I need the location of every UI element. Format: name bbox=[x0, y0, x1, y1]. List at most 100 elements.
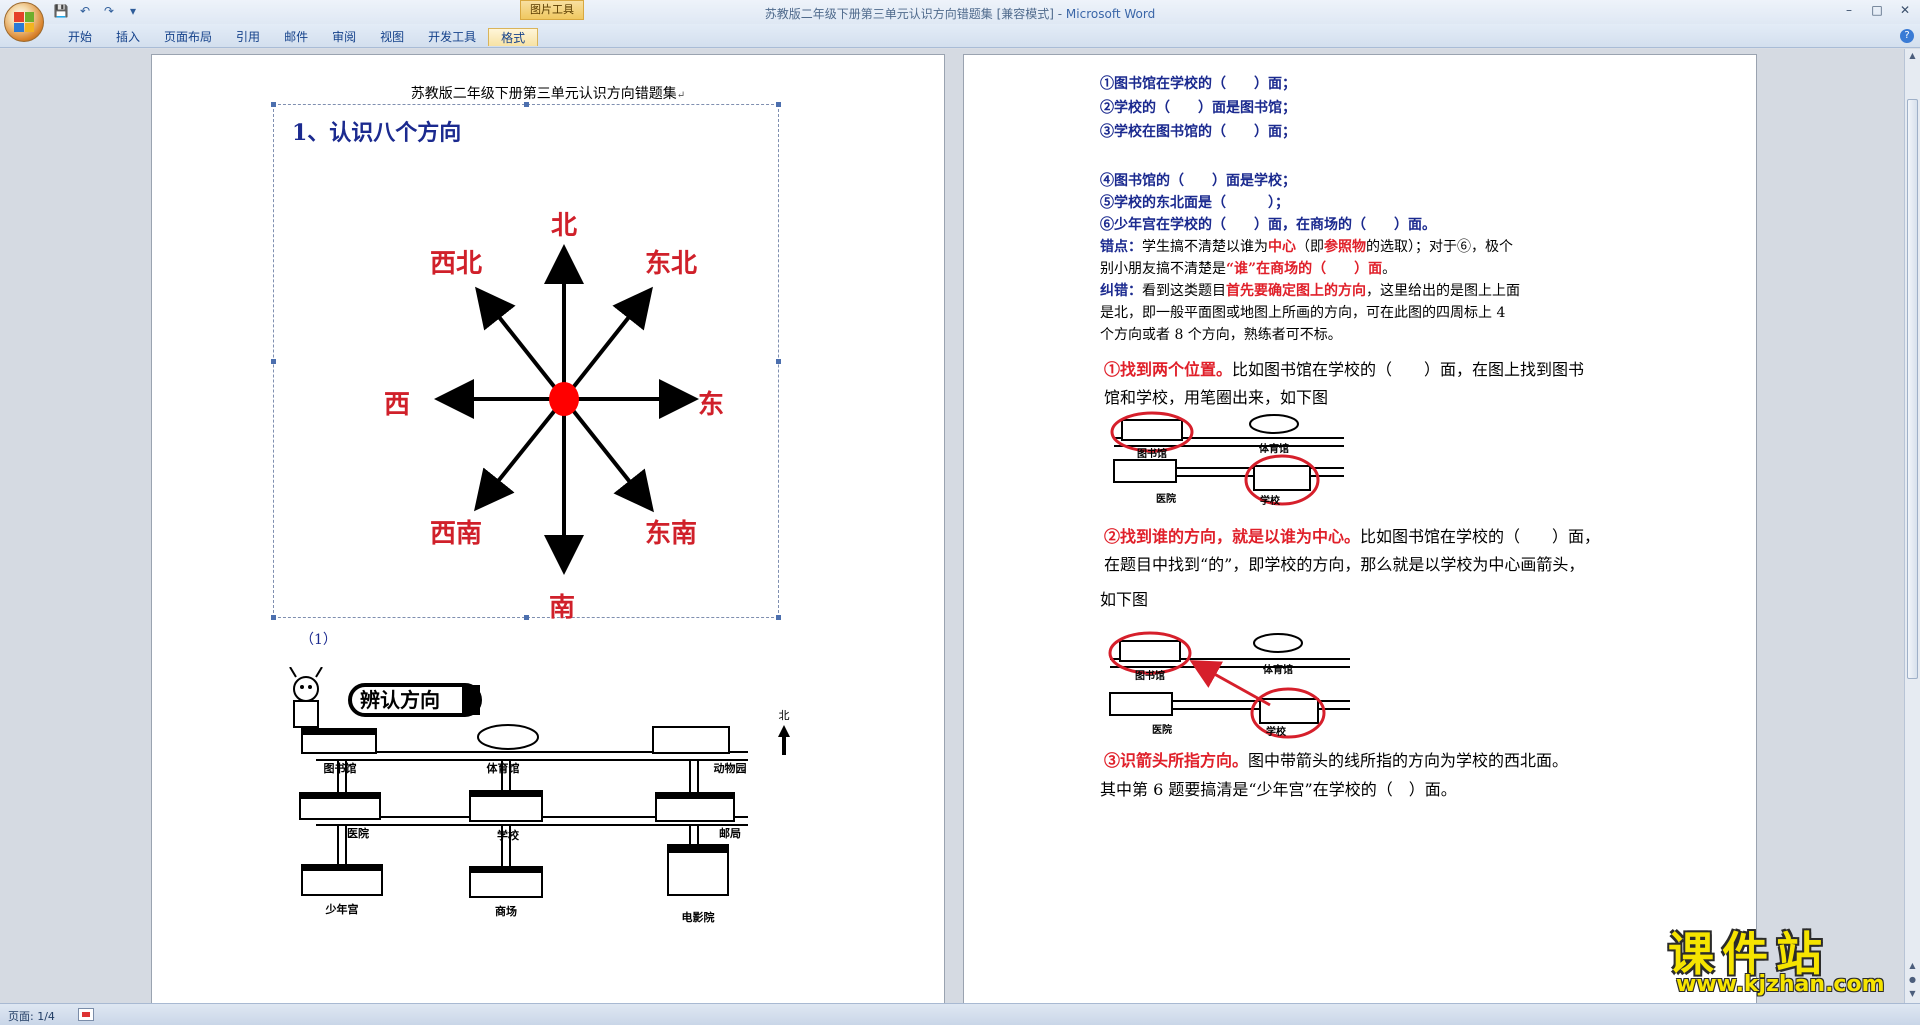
map-step-2-drawing: 图书馆 体育馆 医院 学校 bbox=[1108, 631, 1350, 739]
text-span: 图中带箭头的线所指的方向为学校的西北面。 bbox=[1248, 751, 1569, 770]
tab-insert[interactable]: 插入 bbox=[104, 28, 152, 46]
status-bar: 页面: 1/4 bbox=[0, 1003, 1920, 1025]
question-3: ③学校在图书馆的（ ）面； bbox=[1100, 124, 1296, 140]
question-4: ④图书馆的（ ）面是学校； bbox=[1100, 173, 1296, 189]
text-span: 参照物 bbox=[1324, 239, 1366, 255]
tab-format[interactable]: 格式 bbox=[488, 28, 539, 46]
place-label: 学校 bbox=[1266, 725, 1287, 738]
title-bar: 💾 ↶ ↷ ▾ 图片工具 苏教版二年级下册第三单元认识方向错题集 [兼容模式] … bbox=[0, 0, 1920, 24]
text-span: “谁”在商场的（ ）面 bbox=[1226, 261, 1383, 277]
compass-image[interactable]: 1、认识八个方向 北 南 东 西 东北 西北 东南 西南 bbox=[271, 102, 781, 620]
header-text: 苏教版二年级下册第三单元认识方向错题集 bbox=[410, 86, 677, 102]
direction-arrow bbox=[1189, 660, 1271, 707]
document-title: 苏教版二年级下册第三单元认识方向错题集 [兼容模式] - bbox=[764, 7, 1066, 21]
page-header: 苏教版二年级下册第三单元认识方向错题集↵ bbox=[410, 86, 686, 102]
correction-line-2: 是北，即一般平面图或地图上所画的方向，可在此图的四周标上 4 bbox=[1100, 305, 1506, 321]
place-label: 医院 bbox=[1156, 492, 1176, 505]
label-north: 北 bbox=[551, 211, 577, 241]
browse-object-icon[interactable]: ● bbox=[1907, 975, 1918, 987]
place-label: 图书馆 bbox=[324, 761, 357, 775]
text-span: 首先要确定图上的方向 bbox=[1226, 283, 1366, 299]
scrollbar-thumb[interactable] bbox=[1907, 99, 1918, 679]
step-3-line-1: ③识箭头所指方向。图中带箭头的线所指的方向为学校的西北面。 bbox=[1104, 747, 1568, 771]
tab-mailings[interactable]: 邮件 bbox=[272, 28, 320, 46]
document-workspace: 苏教版二年级下册第三单元认识方向错题集↵ 1、认识八个方向 北 南 东 西 东北… bbox=[0, 49, 1904, 1003]
office-button[interactable] bbox=[4, 2, 44, 42]
map-banner: 辨认方向 bbox=[348, 683, 482, 717]
text-span: 学生搞不清楚以谁为 bbox=[1142, 239, 1268, 255]
correction-label: 纠错： bbox=[1100, 283, 1142, 299]
correction-line-1: 纠错：看到这类题目首先要确定图上的方向，这里给出的是图上上面 bbox=[1100, 280, 1520, 300]
page-count-status[interactable]: 页面: 1/4 bbox=[8, 1008, 55, 1024]
proofing-icon[interactable] bbox=[78, 1008, 94, 1021]
text-span: ，这里给出的是图上上面 bbox=[1366, 283, 1520, 299]
tab-home[interactable]: 开始 bbox=[56, 28, 104, 46]
text-span: 比如图书馆在学校的（ ）面，在图上找到图书 bbox=[1232, 360, 1585, 379]
question-6: ⑥少年宫在学校的（ ）面，在商场的（ ）面。 bbox=[1100, 217, 1436, 233]
label-northeast: 东北 bbox=[645, 248, 697, 279]
minimize-icon[interactable]: – bbox=[1838, 2, 1860, 18]
text-span: 中心 bbox=[1268, 239, 1296, 255]
tab-references[interactable]: 引用 bbox=[224, 28, 272, 46]
place-label: 电影院 bbox=[682, 910, 715, 924]
text-span: 别小朋友搞不清楚是 bbox=[1100, 261, 1226, 277]
place-label: 图书馆 bbox=[1137, 447, 1167, 460]
label-southeast: 东南 bbox=[645, 518, 697, 549]
tab-review[interactable]: 审阅 bbox=[320, 28, 368, 46]
place-label: 少年宫 bbox=[325, 902, 359, 916]
text-span: 。 bbox=[1382, 261, 1397, 277]
place-label: 邮局 bbox=[719, 826, 741, 840]
north-arrow-label: 北 bbox=[779, 709, 790, 722]
next-page-icon[interactable]: ▼ bbox=[1907, 989, 1918, 1001]
document-page-2: ①图书馆在学校的（ ）面； ②学校的（ ）面是图书馆； ③学校在图书馆的（ ）面… bbox=[963, 54, 1757, 1003]
tab-view[interactable]: 视图 bbox=[368, 28, 416, 46]
step-2-line-1: ②找到谁的方向，就是以谁为中心。比如图书馆在学校的（ ）面， bbox=[1104, 523, 1600, 547]
step-1-title: ①找到两个位置。 bbox=[1104, 360, 1233, 379]
north-arrow-icon: 北 bbox=[778, 709, 790, 755]
error-point-label: 错点： bbox=[1100, 239, 1142, 255]
map-step-2-image[interactable]: 图书馆 体育馆 医院 学校 bbox=[1100, 621, 1360, 741]
label-northwest: 西北 bbox=[430, 249, 482, 279]
question-2: ②学校的（ ）面是图书馆； bbox=[1100, 100, 1296, 116]
ribbon: 开始 插入 页面布局 引用 邮件 审阅 视图 开发工具 格式 bbox=[0, 24, 1920, 48]
arrow-southeast bbox=[562, 397, 654, 513]
window-title: 苏教版二年级下册第三单元认识方向错题集 [兼容模式] - Microsoft W… bbox=[0, 5, 1920, 22]
correction-line-3: 个方向或者 8 个方向，熟练者可不标。 bbox=[1100, 327, 1342, 343]
maximize-icon[interactable]: □ bbox=[1866, 2, 1888, 18]
window-controls: – □ ✕ bbox=[1838, 2, 1916, 18]
place-label: 医院 bbox=[347, 826, 369, 840]
previous-page-icon[interactable]: ▲ bbox=[1907, 961, 1918, 973]
text-span: 的选取）；对于⑥，极个 bbox=[1366, 239, 1513, 255]
scroll-up-icon[interactable]: ▲ bbox=[1907, 51, 1918, 63]
place-label: 体育馆 bbox=[1263, 663, 1293, 676]
place-label: 图书馆 bbox=[1135, 669, 1165, 682]
step-1-line-2: 馆和学校，用笔圈出来，如下图 bbox=[1104, 388, 1329, 407]
step-2-line-3: 如下图 bbox=[1100, 590, 1149, 609]
step-2-line-2: 在题目中找到“的”，即学校的方向，那么就是以学校为中心画箭头， bbox=[1104, 555, 1585, 574]
town-map-image[interactable]: 辨认方向 北 图书馆 体育馆 动物园 医院 学校 邮局 少年宫 商场 电影院 bbox=[278, 666, 808, 967]
building-gym bbox=[477, 724, 539, 750]
compass-center-dot bbox=[549, 382, 579, 416]
tab-page-layout[interactable]: 页面布局 bbox=[152, 28, 224, 46]
place-label: 动物园 bbox=[714, 761, 747, 775]
map-step-1-image[interactable]: 图书馆 体育馆 医院 学校 bbox=[1104, 410, 1354, 510]
app-name: Microsoft Word bbox=[1065, 7, 1156, 21]
label-south: 南 bbox=[549, 593, 575, 619]
help-icon[interactable]: ? bbox=[1900, 29, 1914, 43]
arrow-northwest bbox=[475, 286, 566, 401]
vertical-scrollbar[interactable]: ▲ ▲ ● ▼ bbox=[1904, 49, 1920, 1003]
place-label: 医院 bbox=[1152, 723, 1172, 736]
text-span: 看到这类题目 bbox=[1142, 283, 1226, 299]
document-page-1: 苏教版二年级下册第三单元认识方向错题集↵ 1、认识八个方向 北 南 东 西 东北… bbox=[151, 54, 945, 1003]
town-map-drawing: 辨认方向 北 图书馆 体育馆 动物园 医院 学校 邮局 少年宫 商场 电影院 bbox=[289, 666, 790, 924]
figure-caption: （1） bbox=[300, 632, 337, 648]
building-zoo bbox=[652, 726, 730, 754]
label-west: 西 bbox=[384, 390, 410, 420]
error-point-line-1: 错点：学生搞不清楚以谁为中心（即参照物的选取）；对于⑥，极个 bbox=[1100, 236, 1513, 256]
close-icon[interactable]: ✕ bbox=[1894, 2, 1916, 18]
tab-developer[interactable]: 开发工具 bbox=[416, 28, 488, 46]
place-label: 体育馆 bbox=[487, 761, 520, 775]
question-5: ⑤学校的东北面是（ ）； bbox=[1100, 195, 1289, 211]
text-span: （即 bbox=[1296, 239, 1324, 255]
place-label: 学校 bbox=[1260, 494, 1281, 507]
